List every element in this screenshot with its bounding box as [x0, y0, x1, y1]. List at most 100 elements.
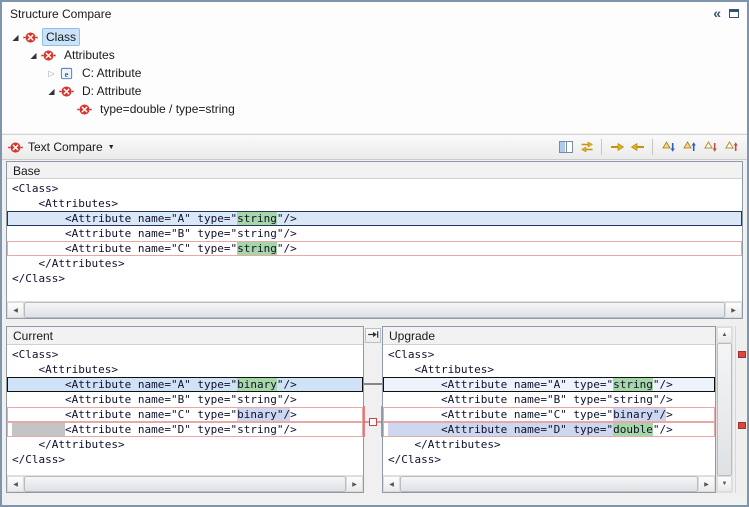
previous-difference-button[interactable] — [678, 138, 699, 157]
diff-marker[interactable] — [738, 351, 746, 358]
structure-compare-panel: Structure Compare « ◢Class◢Attributes▷eC… — [2, 2, 747, 133]
diff-handle-square[interactable] — [370, 419, 377, 426]
upgrade-code-area[interactable]: <Class> <Attributes> <Attribute name="A"… — [383, 345, 715, 474]
code-line[interactable]: <Class> — [383, 347, 715, 362]
tree-item-d-attribute[interactable]: ◢D: Attribute — [2, 82, 747, 100]
code-line[interactable]: <Class> — [7, 181, 742, 196]
upgrade-pane-title: Upgrade — [389, 329, 435, 343]
upgrade-vscrollbar[interactable]: ▲ ▼ — [716, 326, 733, 493]
code-text: <Attribute name="A" type=" — [388, 378, 613, 391]
code-line[interactable]: <Attribute name="A" type="string"/> — [7, 211, 742, 226]
scrollbar-thumb[interactable] — [400, 476, 698, 492]
copy-current-change-icon — [366, 328, 380, 344]
base-code-area[interactable]: <Class> <Attributes> <Attribute name="A"… — [7, 179, 742, 300]
code-text: "/> — [277, 242, 297, 255]
code-line[interactable]: <Attribute name="A" type="string"/> — [383, 377, 715, 392]
code-line[interactable]: <Attribute name="C" type="binary"/> — [383, 407, 715, 422]
maximize-view-icon[interactable] — [727, 5, 741, 21]
changed-text-range: string — [613, 378, 653, 391]
code-line[interactable]: <Attributes> — [383, 362, 715, 377]
scrollbar-thumb[interactable] — [717, 343, 732, 476]
code-line[interactable]: <Attribute name="B" type="string"/> — [7, 392, 363, 407]
expanded-arrow-icon[interactable]: ◢ — [8, 33, 23, 42]
code-line[interactable]: <Attribute name="A" type="binary"/> — [7, 377, 363, 392]
base-pane-title: Base — [13, 164, 40, 178]
overview-ruler — [735, 326, 746, 493]
code-line[interactable]: <Attributes> — [7, 196, 742, 211]
code-line[interactable]: </Class> — [383, 452, 715, 467]
next-difference-button[interactable] — [657, 138, 678, 157]
scrollbar-thumb[interactable] — [24, 302, 725, 318]
code-line[interactable]: <Class> — [7, 347, 363, 362]
changed-text-range: string — [237, 242, 277, 255]
diff-connector-strip — [364, 326, 382, 493]
code-text: </Class> — [12, 453, 65, 466]
code-text: <Attribute name="B" type="string"/> — [12, 393, 297, 406]
code-text: <Class> — [12, 182, 58, 195]
code-line[interactable]: </Attributes> — [383, 437, 715, 452]
dropdown-arrow-icon[interactable]: ▼ — [108, 144, 115, 151]
changed-text-range: double — [613, 423, 653, 436]
tree-item-type-double-type-string[interactable]: type=double / type=string — [2, 100, 747, 118]
expanded-arrow-icon[interactable]: ◢ — [44, 87, 59, 96]
expanded-arrow-icon[interactable]: ◢ — [26, 51, 41, 60]
code-line[interactable]: </Class> — [7, 452, 363, 467]
code-text: <Attributes> — [12, 197, 118, 210]
code-text: <Class> — [388, 348, 434, 361]
upgrade-hscrollbar[interactable]: ◀ ▶ — [383, 475, 715, 492]
text-compare-title[interactable]: Text Compare — [28, 140, 103, 154]
previous-change-button[interactable] — [720, 138, 741, 157]
collapsed-arrow-icon[interactable]: ▷ — [44, 69, 59, 78]
code-text: </Attributes> — [12, 438, 125, 451]
code-line[interactable]: <Attribute name="D" type="double"/> — [383, 422, 715, 437]
scroll-left-button[interactable]: ◀ — [7, 476, 24, 492]
changed-text-range: binary"/ — [613, 408, 666, 421]
current-code-area[interactable]: <Class> <Attributes> <Attribute name="A"… — [7, 345, 363, 474]
scroll-right-button[interactable]: ▶ — [346, 476, 363, 492]
scroll-left-button[interactable]: ◀ — [7, 302, 24, 318]
base-hscrollbar[interactable]: ◀ ▶ — [7, 301, 742, 318]
changed-text-range: <Attribute name="D" type=" — [388, 423, 613, 436]
minimize-view-icon[interactable]: « — [713, 4, 721, 22]
code-text: <Class> — [12, 348, 58, 361]
e-class-icon: e — [59, 66, 74, 81]
code-line[interactable]: </Attributes> — [7, 256, 742, 271]
code-line[interactable]: <Attribute name="B" type="string"/> — [7, 226, 742, 241]
code-text: <Attribute name="A" type=" — [12, 378, 237, 391]
code-line[interactable]: <Attribute name="C" type="string"/> — [7, 241, 742, 256]
code-line[interactable]: <Attribute name="D" type="string"/> — [7, 422, 363, 437]
copy-right-to-left-button[interactable] — [627, 138, 648, 157]
current-pane-header: Current — [7, 327, 363, 345]
code-line[interactable]: </Attributes> — [7, 437, 363, 452]
scroll-right-button[interactable]: ▶ — [698, 476, 715, 492]
code-text: <Attributes> — [12, 363, 118, 376]
code-line[interactable]: </Class> — [7, 271, 742, 286]
two-pane-view-button[interactable] — [555, 138, 576, 157]
window-box-icon — [729, 9, 739, 18]
tree-item-label: C: Attribute — [78, 64, 145, 82]
code-line[interactable]: <Attribute name="B" type="string"/> — [383, 392, 715, 407]
copy-left-to-right-button[interactable] — [606, 138, 627, 157]
tree-item-c-attribute[interactable]: ▷e C: Attribute — [2, 64, 747, 82]
structure-tree: ◢Class◢Attributes ▷e C: Attribute◢D: Attri… — [2, 28, 747, 118]
code-text: </Attributes> — [12, 257, 125, 270]
current-hscrollbar[interactable]: ◀ ▶ — [7, 475, 363, 492]
code-text: <Attribute name="B" type="string"/> — [12, 227, 297, 240]
scroll-right-button[interactable]: ▶ — [725, 302, 742, 318]
code-text: "/> — [277, 378, 297, 391]
scroll-down-button[interactable]: ▼ — [717, 476, 732, 492]
code-line[interactable]: <Attribute name="C" type="binary"/> — [7, 407, 363, 422]
code-line[interactable]: <Attributes> — [7, 362, 363, 377]
swap-panes-button[interactable] — [576, 138, 597, 157]
scroll-up-button[interactable]: ▲ — [717, 327, 732, 343]
copy-current-change-button[interactable] — [365, 328, 381, 343]
text-compare-header: Text Compare ▼ — [2, 134, 747, 160]
toolbar-separator — [652, 139, 653, 155]
scroll-left-button[interactable]: ◀ — [383, 476, 400, 492]
scrollbar-thumb[interactable] — [24, 476, 346, 492]
diff-marker[interactable] — [738, 422, 746, 429]
tree-item-class[interactable]: ◢Class — [2, 28, 747, 46]
tree-item-attributes[interactable]: ◢Attributes — [2, 46, 747, 64]
code-text: <Attribute name="C" type=" — [388, 408, 613, 421]
next-change-button[interactable] — [699, 138, 720, 157]
